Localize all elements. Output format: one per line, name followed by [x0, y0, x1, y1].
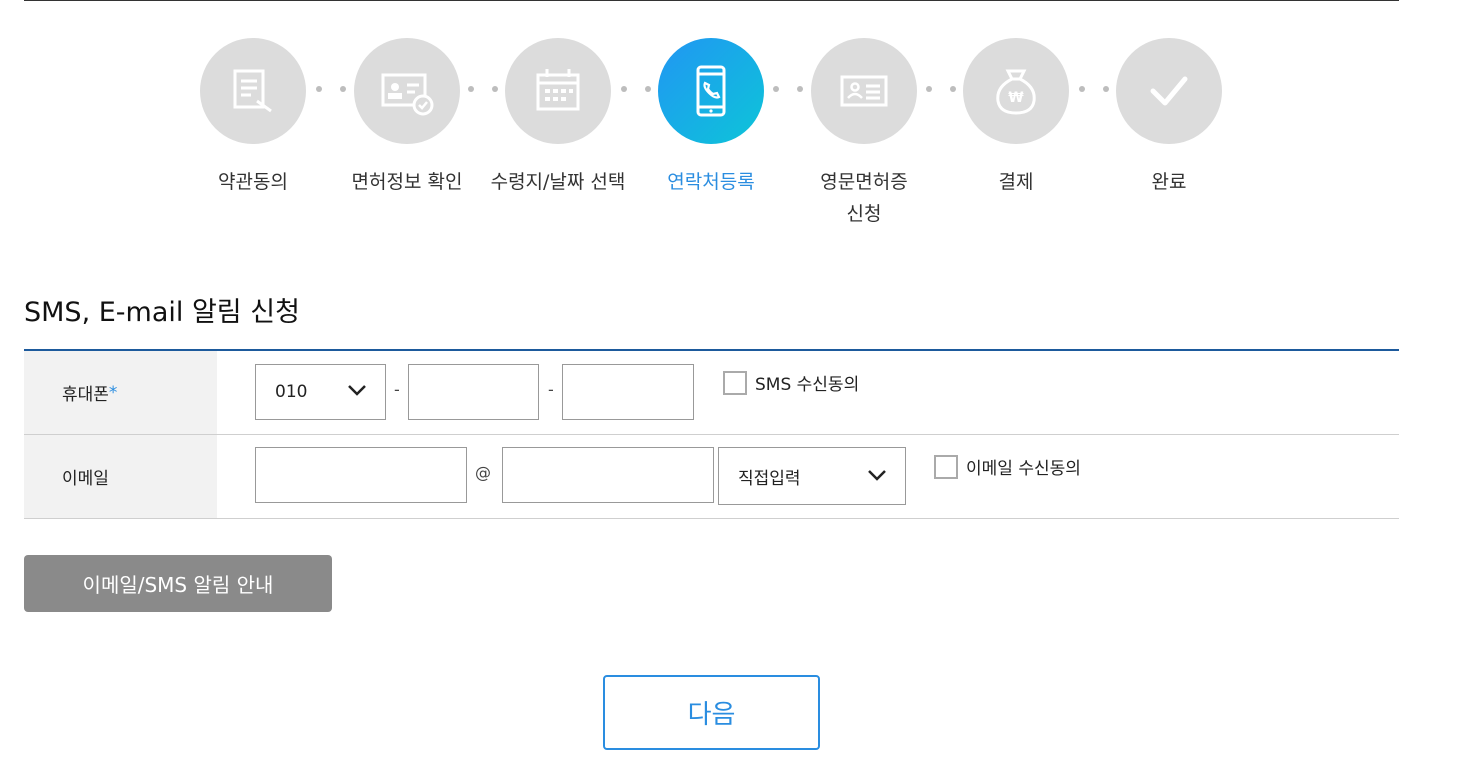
step-label: 영문면허증 신청	[820, 171, 908, 225]
chevron-down-icon	[868, 470, 886, 481]
phone-separator: -	[394, 380, 400, 399]
step-circle	[811, 38, 917, 144]
sms-consent[interactable]: SMS 수신동의	[723, 370, 859, 395]
email-consent-label: 이메일 수신동의	[966, 459, 1081, 479]
email-consent-checkbox[interactable]	[934, 454, 958, 479]
step-complete: 완료	[1099, 38, 1239, 198]
step-circle	[354, 38, 460, 144]
email-domain-select-value: 직접입력	[738, 468, 801, 489]
step-circle-active	[658, 38, 764, 144]
phone-prefix-value: 010	[275, 382, 308, 402]
email-id-input[interactable]	[255, 447, 467, 503]
email-label: 이메일	[24, 435, 217, 518]
sms-consent-checkbox[interactable]	[723, 370, 747, 395]
step-contact: 연락처등록	[641, 38, 781, 198]
email-domain-input[interactable]	[502, 447, 714, 503]
phone-fields: 010 - - SMS 수신동의	[217, 351, 1399, 434]
phone-label: 휴대폰 *	[24, 351, 217, 434]
phone-label-text: 휴대폰	[62, 385, 109, 405]
step-circle	[1116, 38, 1222, 144]
sms-consent-label: SMS 수신동의	[755, 375, 860, 395]
step-intl-license: 영문면허증 신청	[794, 38, 934, 230]
step-license-info: 면허정보 확인	[337, 38, 477, 198]
step-label: 완료	[1151, 171, 1187, 193]
phone-separator: -	[548, 380, 554, 399]
money-bag-icon: ₩	[996, 69, 1036, 115]
progress-steps: 약관동의 면허정보 확인 수령지/날짜 선택 연락처등록 영문면허증 신청 ₩ …	[0, 38, 1471, 238]
step-circle: ₩	[963, 38, 1069, 144]
step-label: 수령지/날짜 선택	[490, 171, 626, 193]
svg-text:₩: ₩	[1008, 90, 1024, 106]
phone-prefix-select[interactable]: 010	[255, 364, 386, 420]
check-icon	[1150, 76, 1188, 106]
step-circle	[505, 38, 611, 144]
section-title: SMS, E-mail 알림 신청	[24, 297, 300, 328]
phone-middle-input[interactable]	[408, 364, 539, 420]
calendar-icon	[536, 69, 580, 111]
notification-form: 휴대폰 * 010 - - SMS 수신동의 이메일 @ 직접입력 이메일 수신…	[24, 349, 1399, 519]
chevron-down-icon	[348, 385, 366, 396]
top-divider	[24, 0, 1399, 1]
at-symbol: @	[475, 463, 491, 482]
email-row: 이메일 @ 직접입력 이메일 수신동의	[24, 435, 1399, 519]
step-terms: 약관동의	[183, 38, 323, 198]
step-label: 면허정보 확인	[351, 171, 463, 193]
email-consent[interactable]: 이메일 수신동의	[934, 454, 1081, 479]
phone-last-input[interactable]	[562, 364, 694, 420]
id-card-check-icon	[381, 73, 434, 116]
step-label: 약관동의	[218, 171, 288, 193]
step-label-active: 연락처등록	[667, 171, 755, 193]
email-fields: @ 직접입력 이메일 수신동의	[217, 435, 1399, 518]
phone-row: 휴대폰 * 010 - - SMS 수신동의	[24, 351, 1399, 435]
notification-guide-button[interactable]: 이메일/SMS 알림 안내	[24, 555, 332, 612]
document-sign-icon	[233, 69, 272, 113]
step-pickup-date: 수령지/날짜 선택	[488, 38, 628, 198]
license-card-icon	[840, 75, 888, 107]
next-button[interactable]: 다음	[603, 675, 820, 750]
required-mark: *	[108, 382, 118, 403]
email-domain-select[interactable]: 직접입력	[718, 447, 906, 505]
step-label: 결제	[998, 171, 1034, 193]
step-payment: ₩ 결제	[946, 38, 1086, 198]
phone-icon	[696, 65, 726, 117]
step-circle	[200, 38, 306, 144]
